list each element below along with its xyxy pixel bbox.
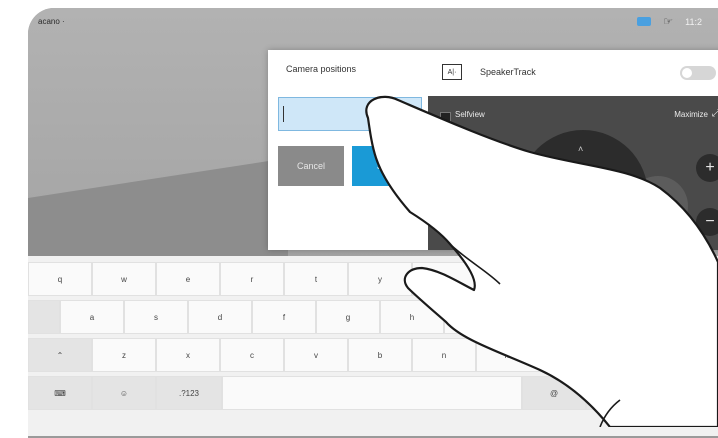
pan-tilt-joystick[interactable]: ˄ (518, 130, 648, 250)
camera-settings-column: A|· SpeakerTrack Selfview Maximize ⤢ ˄ +… (428, 50, 718, 250)
emoji-key[interactable]: ☺ (92, 376, 156, 410)
pointer-icon: ☞ (663, 16, 674, 28)
key[interactable]: x (156, 338, 220, 372)
on-screen-keyboard: qwertyuiop asdfghjkl ⌃ z x c v b n m ⌫ ⌨ ☺ .?123… (28, 256, 718, 436)
numbers-key[interactable]: .?123 (156, 376, 222, 410)
key[interactable]: r (220, 262, 284, 296)
touch-panel-screen: acano · ☞ 11:2 Camera positions Cancel S… (28, 8, 718, 438)
key[interactable]: h (380, 300, 444, 334)
selfview-label: Selfview (455, 110, 485, 119)
speakertrack-icon: A|· (442, 64, 462, 80)
key[interactable]: a (60, 300, 124, 334)
keyboard-row-3: ⌃ z x c v b n m ⌫ (28, 338, 718, 376)
key[interactable]: u (412, 262, 476, 296)
key[interactable]: t (284, 262, 348, 296)
key[interactable]: l (572, 300, 636, 334)
keyboard-row-bottom: ⌨ ☺ .?123 @ .com (28, 376, 718, 414)
key[interactable]: g (316, 300, 380, 334)
key[interactable]: w (92, 262, 156, 296)
keyboard-row-2: asdfghjkl (28, 300, 718, 338)
key[interactable]: m (476, 338, 540, 372)
keyboard-spacer (28, 300, 60, 334)
status-bar: acano · ☞ 11:2 (28, 8, 718, 36)
at-key[interactable]: @ (522, 376, 586, 410)
key[interactable]: c (220, 338, 284, 372)
key[interactable]: ⌃ (28, 338, 92, 372)
text-caret (283, 106, 284, 122)
speakertrack-row[interactable]: A|· SpeakerTrack (428, 50, 718, 97)
key[interactable]: f (252, 300, 316, 334)
tilt-up-icon[interactable]: ˄ (578, 144, 583, 154)
key[interactable]: ⌫ (540, 338, 604, 372)
key[interactable]: i (476, 262, 540, 296)
zoom-out-button[interactable]: − (696, 208, 718, 236)
preset-name-input[interactable] (278, 97, 422, 131)
key[interactable]: b (348, 338, 412, 372)
toggle-knob (682, 68, 692, 78)
key[interactable]: z (92, 338, 156, 372)
status-left-text: acano · (38, 17, 65, 26)
status-time: 11:2 (685, 16, 702, 27)
save-button[interactable]: Save (352, 146, 422, 186)
camera-positions-title: Camera positions (286, 64, 357, 74)
com-key[interactable]: .com (586, 376, 666, 410)
maximize-button[interactable]: Maximize (674, 110, 708, 119)
camera-status-icon[interactable] (637, 17, 652, 26)
key[interactable]: q (28, 262, 92, 296)
key[interactable]: j (444, 300, 508, 334)
cancel-button[interactable]: Cancel (278, 146, 344, 186)
space-key[interactable] (222, 376, 522, 410)
selfview-checkbox[interactable] (440, 112, 451, 123)
key[interactable]: p (604, 262, 668, 296)
maximize-icon[interactable]: ⤢ (712, 108, 718, 119)
hide-keyboard-key[interactable]: ⌨ (28, 376, 92, 410)
speakertrack-label: SpeakerTrack (480, 67, 536, 77)
zoom-in-button[interactable]: + (696, 154, 718, 182)
key[interactable]: s (124, 300, 188, 334)
camera-preview[interactable]: Selfview Maximize ⤢ ˄ + − (428, 96, 718, 250)
key[interactable]: d (188, 300, 252, 334)
keyboard-row-1: qwertyuiop (28, 262, 718, 300)
speakertrack-toggle[interactable] (680, 66, 716, 80)
key[interactable]: y (348, 262, 412, 296)
key[interactable]: e (156, 262, 220, 296)
key[interactable]: n (412, 338, 476, 372)
camera-positions-column: Camera positions Cancel Save (268, 50, 429, 250)
key[interactable]: o (540, 262, 604, 296)
key[interactable]: k (508, 300, 572, 334)
key[interactable]: v (284, 338, 348, 372)
camera-control-panel: Camera positions Cancel Save A|· Speaker… (268, 50, 718, 250)
